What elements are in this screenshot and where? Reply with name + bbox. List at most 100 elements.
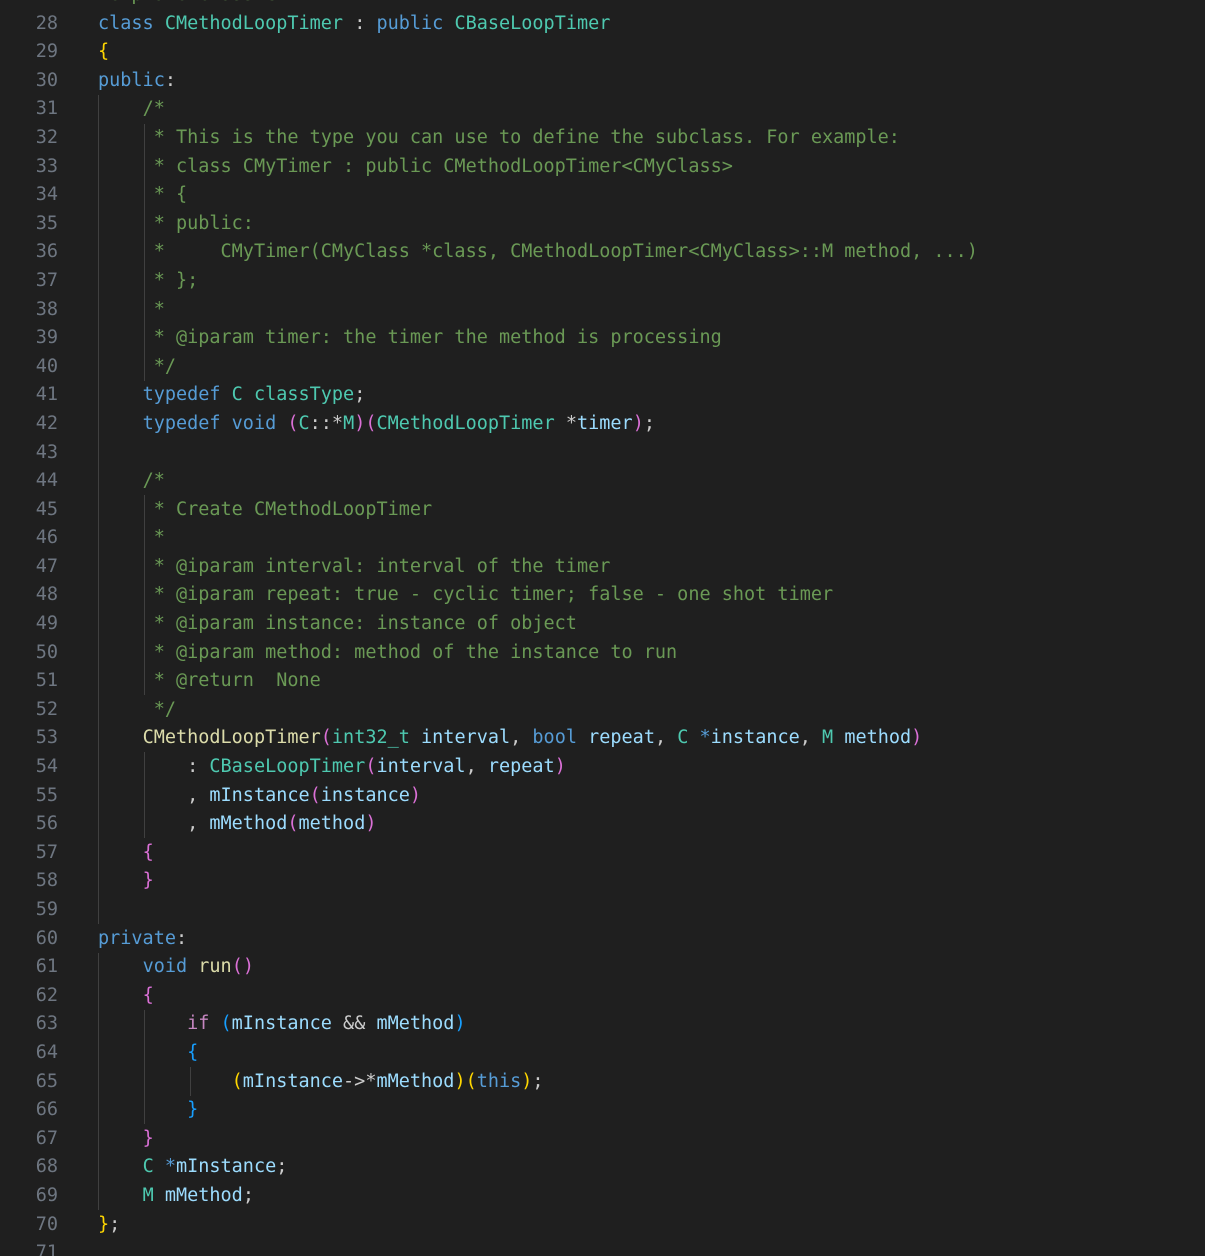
code-token: ,	[465, 756, 488, 778]
code-text: M mMethod;	[98, 1182, 254, 1211]
code-text: typedef C classType;	[98, 381, 366, 410]
code-line[interactable]: 29 {	[0, 38, 1205, 67]
code-line[interactable]: 58 }	[0, 867, 1205, 896]
code-line[interactable]: 60 private:	[0, 925, 1205, 954]
code-token: * {	[142, 184, 188, 206]
line-number: 28	[35, 12, 58, 34]
code-line[interactable]: 38 *	[0, 296, 1205, 325]
code-line[interactable]: 70};	[0, 1211, 1205, 1240]
code-line[interactable]: 59	[0, 896, 1205, 925]
code-token: (	[231, 1070, 243, 1092]
code-line[interactable]: 45 * Create CMethodLoopTimer	[0, 496, 1205, 525]
code-text: void run()	[98, 953, 254, 982]
code-token: CBaseLoopTimer	[454, 12, 611, 34]
line-number: 51	[35, 670, 58, 692]
code-token: repeat	[487, 756, 555, 778]
code-token: ,	[510, 727, 533, 749]
code-line[interactable]: 27 template<class C>	[0, 0, 1205, 10]
code-text: * @iparam instance: instance of object	[98, 610, 577, 639]
code-line[interactable]: 52 */	[0, 696, 1205, 725]
code-line[interactable]: 56 , mMethod(method)	[0, 810, 1205, 839]
code-token: typedef	[142, 412, 221, 434]
code-line[interactable]: 50 * @iparam method: method of the insta…	[0, 639, 1205, 668]
line-number: 32	[35, 126, 58, 148]
line-number: 63	[35, 1013, 58, 1035]
code-line[interactable]: 69 M mMethod;	[0, 1182, 1205, 1211]
code-line[interactable]: 39 * @iparam timer: the timer the method…	[0, 324, 1205, 353]
code-line[interactable]: 30 public:	[0, 67, 1205, 96]
code-token: *	[699, 727, 711, 749]
line-number: 29	[35, 41, 58, 63]
code-line[interactable]: 54 : CBaseLoopTimer(interval, repeat)	[0, 753, 1205, 782]
line-number: 40	[35, 355, 58, 377]
code-line[interactable]: 28 class CMethodLoopTimer : public CBaseL…	[0, 10, 1205, 39]
code-line[interactable]: 41 typedef C classType;	[0, 381, 1205, 410]
line-number: 66	[35, 1099, 58, 1121]
code-line[interactable]: 36 * CMyTimer(CMyClass *class, CMethodLo…	[0, 238, 1205, 267]
code-text: */	[98, 353, 176, 382]
code-token: M	[343, 412, 355, 434]
code-token: ->*	[343, 1070, 377, 1092]
code-line[interactable]: 46 *	[0, 524, 1205, 553]
code-line[interactable]: 55 , mInstance(instance)	[0, 782, 1205, 811]
line-number: 52	[35, 698, 58, 720]
line-number: 62	[35, 984, 58, 1006]
code-line[interactable]: 32 * This is the type you can use to def…	[0, 124, 1205, 153]
code-line[interactable]: 31 /*	[0, 95, 1205, 124]
code-line[interactable]: 67 }	[0, 1125, 1205, 1154]
code-line[interactable]: 47 * @iparam interval: interval of the t…	[0, 553, 1205, 582]
line-number: 50	[35, 641, 58, 663]
code-token: mMethod	[376, 1013, 455, 1035]
code-line[interactable]: 44 /*	[0, 467, 1205, 496]
code-editor[interactable]: 27 template<class C> 28 class CMethodLoopTi…	[0, 0, 1205, 1256]
code-token: template<class C>	[98, 0, 287, 5]
code-text: C *mInstance;	[98, 1153, 288, 1182]
line-number: 59	[35, 899, 58, 920]
code-line[interactable]: 62 {	[0, 982, 1205, 1011]
code-line[interactable]: 37 * };	[0, 267, 1205, 296]
code-token: )	[911, 727, 923, 749]
code-line[interactable]: 40 */	[0, 353, 1205, 382]
code-token: )	[409, 784, 422, 806]
line-number: 44	[35, 470, 58, 492]
line-number: 58	[35, 870, 58, 892]
code-line[interactable]: 33 * class CMyTimer : public CMethodLoop…	[0, 153, 1205, 182]
code-line[interactable]: 51 * @return None	[0, 667, 1205, 696]
code-token: mInstance	[242, 1070, 344, 1092]
code-line[interactable]: 49 * @iparam instance: instance of objec…	[0, 610, 1205, 639]
line-number: 41	[35, 384, 58, 406]
code-line[interactable]: 57 {	[0, 839, 1205, 868]
code-token: * @iparam repeat: true - cyclic timer; f…	[142, 584, 834, 606]
code-line[interactable]: 64 {	[0, 1039, 1205, 1068]
code-line[interactable]: 66 }	[0, 1096, 1205, 1125]
code-line[interactable]: 48 * @iparam repeat: true - cyclic timer…	[0, 581, 1205, 610]
line-number: 39	[35, 327, 58, 349]
code-token: }	[142, 1127, 154, 1149]
code-token: method	[298, 813, 366, 835]
code-line[interactable]: 71	[0, 1239, 1205, 1256]
code-line[interactable]: 68 C *mInstance;	[0, 1153, 1205, 1182]
code-token: CBaseLoopTimer	[209, 756, 366, 778]
code-line[interactable]: 43	[0, 439, 1205, 468]
code-token: * @iparam method: method of the instance…	[142, 641, 678, 663]
code-token: {	[142, 841, 154, 863]
code-line[interactable]: 61 void run()	[0, 953, 1205, 982]
code-token: M	[822, 727, 834, 749]
code-token: mInstance	[231, 1013, 332, 1035]
code-token: ,	[654, 727, 678, 749]
code-line[interactable]: 53 CMethodLoopTimer(int32_t interval, bo…	[0, 724, 1205, 753]
code-line[interactable]: 65 (mInstance->*mMethod)(this);	[0, 1068, 1205, 1097]
code-token: CMethodLoopTimer	[376, 412, 555, 434]
code-line[interactable]: 63 if (mInstance && mMethod)	[0, 1010, 1205, 1039]
code-line[interactable]: 42 typedef void (C::*M)(CMethodLoopTimer…	[0, 410, 1205, 439]
code-line[interactable]: 34 * {	[0, 181, 1205, 210]
code-line[interactable]: 35 * public:	[0, 210, 1205, 239]
code-token: method	[844, 727, 912, 749]
